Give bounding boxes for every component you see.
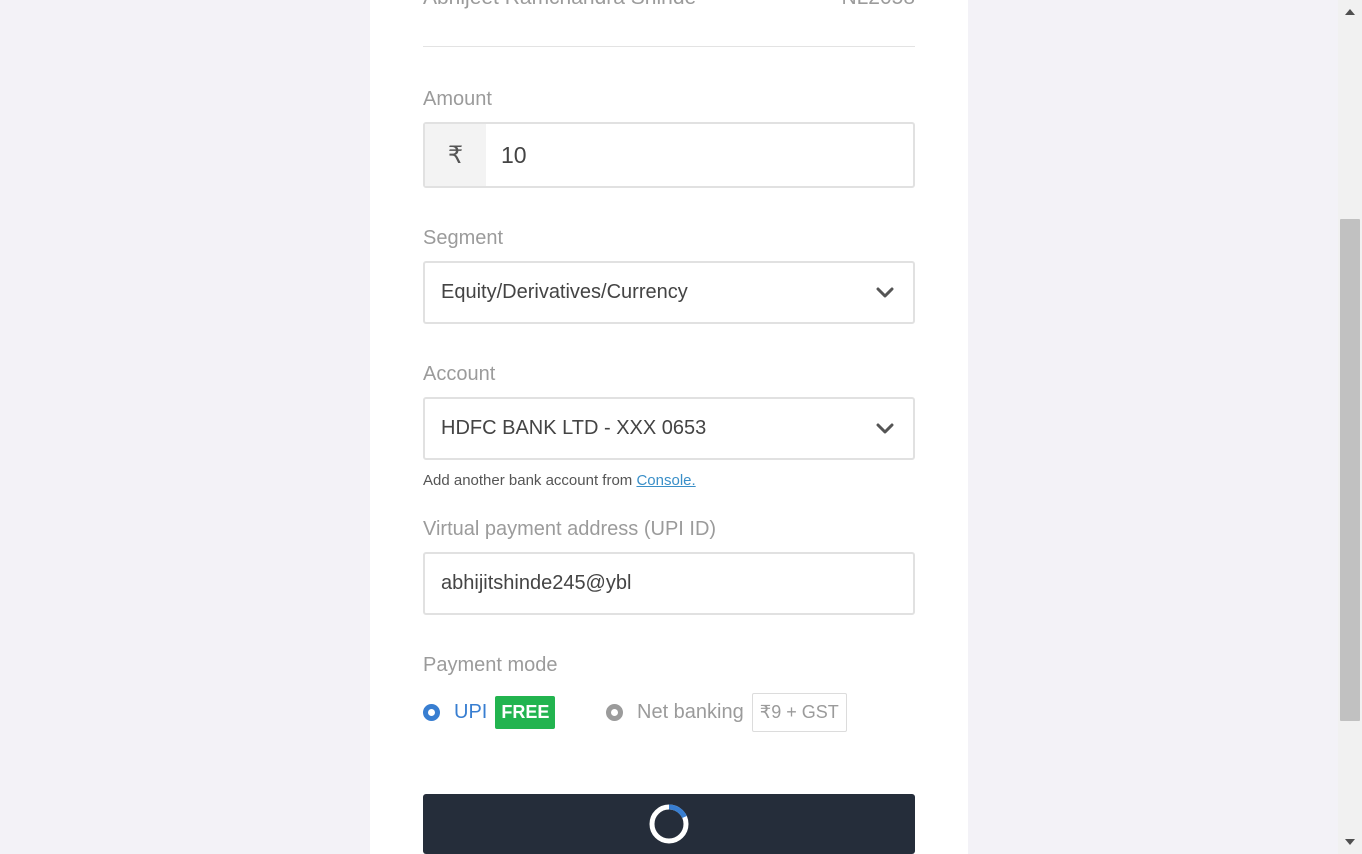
bank-account-select[interactable]: HDFC BANK LTD - XXX 0653 (423, 397, 915, 460)
loading-spinner-icon (649, 804, 689, 844)
payment-option-upi[interactable]: UPI FREE (423, 692, 556, 732)
divider (423, 46, 915, 47)
add-funds-card: Abhijeet Ramchandra Shinde NL2058 Amount… (370, 0, 968, 854)
scroll-up-icon[interactable] (1345, 9, 1355, 15)
vpa-label: Virtual payment address (UPI ID) (423, 518, 717, 540)
chevron-down-icon (876, 423, 894, 434)
rupee-icon: ₹ (425, 124, 486, 186)
account-user-id: NL2058 (841, 0, 915, 10)
account-row: Abhijeet Ramchandra Shinde NL2058 (423, 0, 915, 16)
segment-label: Segment (423, 227, 504, 249)
segment-selected-value: Equity/Derivatives/Currency (441, 281, 688, 303)
add-bank-helper: Add another bank account from Console. (423, 472, 696, 489)
amount-field[interactable]: ₹ 10 (423, 122, 915, 188)
payment-mode-label: Payment mode (423, 654, 558, 676)
free-badge: FREE (495, 695, 556, 729)
scrollbar-thumb[interactable] (1340, 219, 1360, 721)
chevron-down-icon (876, 287, 894, 298)
upi-label: UPI (454, 700, 488, 723)
add-bank-helper-text: Add another bank account from (423, 472, 633, 489)
vertical-scrollbar[interactable] (1338, 0, 1362, 854)
segment-select[interactable]: Equity/Derivatives/Currency (423, 261, 915, 324)
vpa-value: abhijitshinde245@ybl (441, 572, 632, 594)
account-name: Abhijeet Ramchandra Shinde (423, 0, 696, 10)
scroll-down-icon[interactable] (1345, 839, 1355, 845)
account-label: Account (423, 363, 496, 385)
page: Abhijeet Ramchandra Shinde NL2058 Amount… (0, 0, 1362, 854)
netbanking-label: Net banking (637, 700, 744, 723)
payment-option-netbanking[interactable]: Net banking ₹9 + GST (606, 692, 847, 732)
radio-selected-icon[interactable] (423, 703, 440, 721)
bank-account-selected-value: HDFC BANK LTD - XXX 0653 (441, 417, 707, 439)
vpa-input[interactable]: abhijitshinde245@ybl (423, 552, 915, 615)
radio-unselected-icon[interactable] (606, 703, 623, 721)
amount-input[interactable]: 10 (501, 124, 527, 186)
console-link[interactable]: Console. (636, 472, 695, 489)
netbanking-fee-badge: ₹9 + GST (751, 692, 847, 732)
amount-label: Amount (423, 88, 492, 110)
submit-button[interactable] (423, 794, 915, 854)
